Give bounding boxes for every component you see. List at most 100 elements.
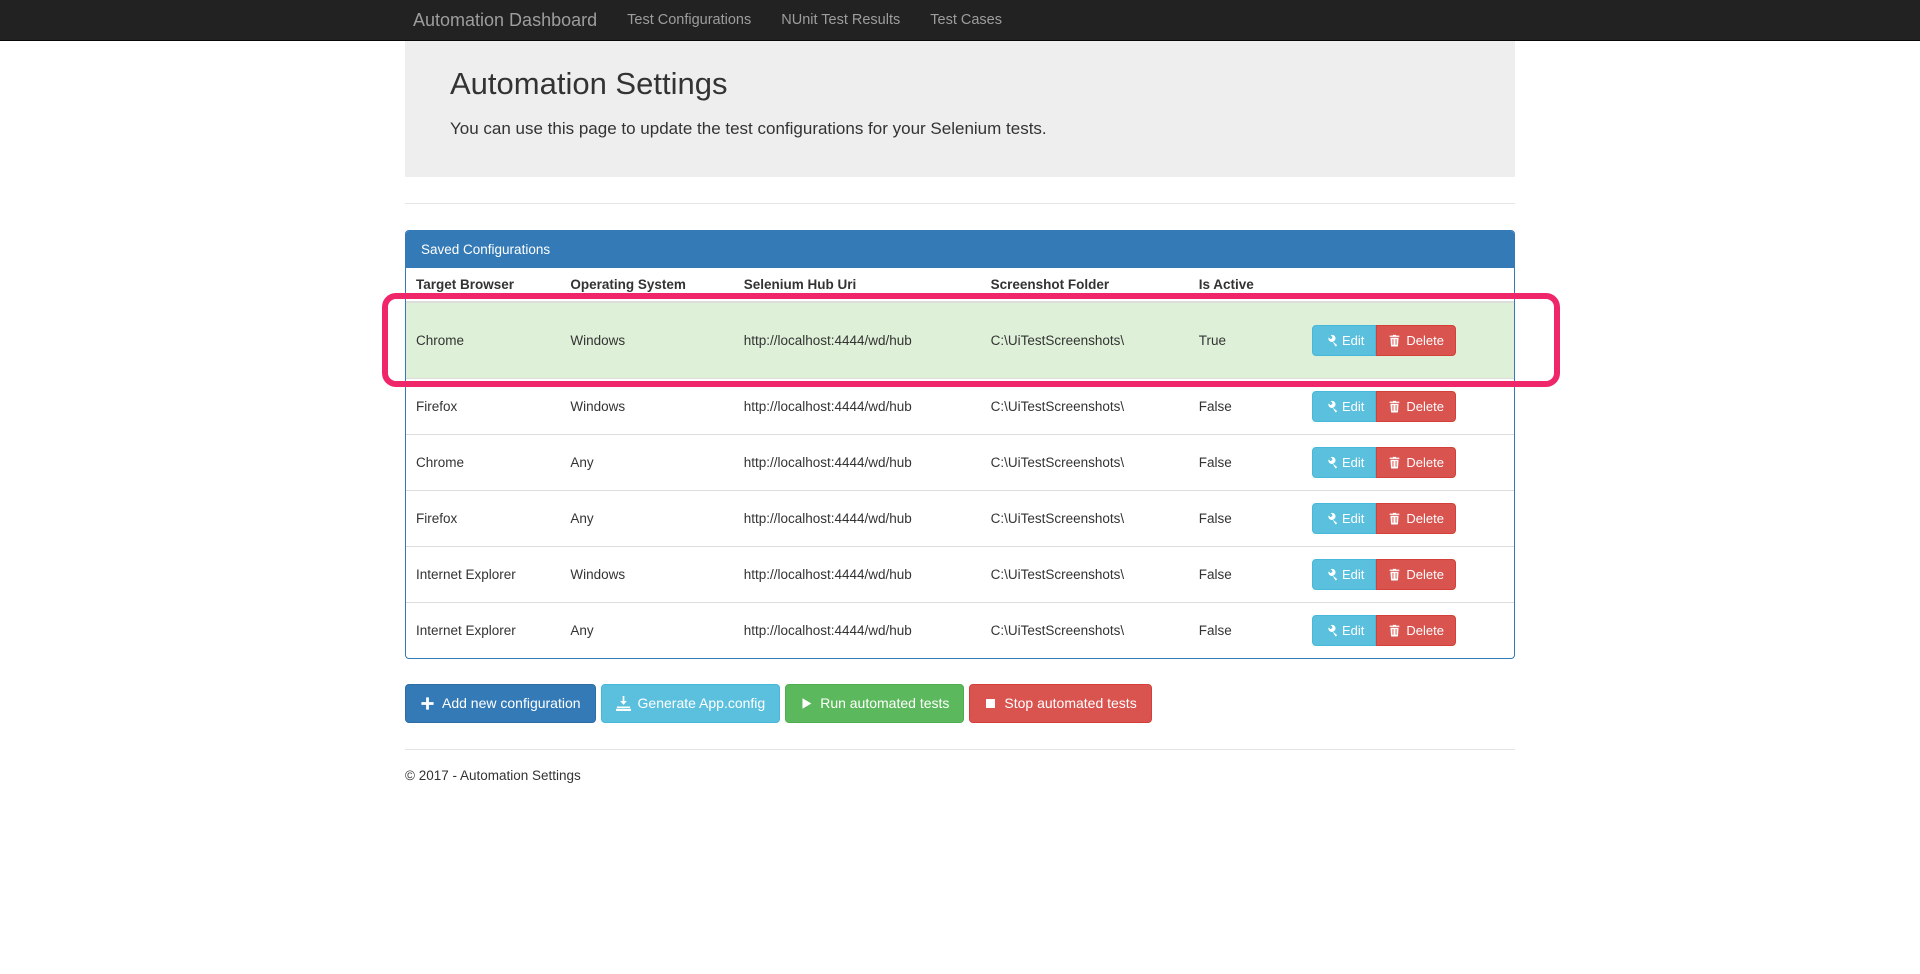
- edit-button[interactable]: Edit: [1312, 390, 1377, 422]
- row-action-button-group: Edit Delete: [1312, 324, 1456, 356]
- edit-button-label: Edit: [1342, 454, 1365, 470]
- edit-button-label: Edit: [1342, 510, 1365, 526]
- trash-icon: [1388, 400, 1401, 413]
- stop-automated-tests-button[interactable]: Stop automated tests: [969, 683, 1152, 723]
- column-header-operating-system: Operating System: [560, 267, 734, 303]
- delete-button-label: Delete: [1406, 622, 1444, 638]
- table-row[interactable]: Firefox Any http://localhost:4444/wd/hub C:…: [406, 489, 1514, 547]
- row-action-button-group: Edit Delete: [1312, 558, 1456, 590]
- cell-target-browser: Chrome: [406, 433, 561, 491]
- cell-target-browser: Firefox: [406, 489, 561, 547]
- edit-button-label: Edit: [1342, 332, 1365, 348]
- stop-icon: [984, 697, 997, 710]
- column-header-is-active: Is Active: [1188, 267, 1303, 303]
- add-new-configuration-button[interactable]: Add new configuration: [405, 683, 596, 723]
- cell-is-active: False: [1188, 433, 1303, 491]
- cell-operating-system: Windows: [560, 377, 734, 435]
- cell-target-browser: Internet Explorer: [406, 545, 561, 603]
- wrench-icon: [1324, 456, 1337, 469]
- section-divider-top: [405, 202, 1515, 204]
- action-button-bar: Add new configuration Generate App.config…: [405, 683, 1515, 723]
- cell-screenshot-folder: C:\UiTestScreenshots\: [980, 433, 1189, 491]
- wrench-icon: [1324, 400, 1337, 413]
- trash-icon: [1388, 568, 1401, 581]
- page-container: Automation Settings You can use this pag…: [382, 41, 1560, 783]
- cell-selenium-hub-uri: http://localhost:4444/wd/hub: [733, 489, 981, 547]
- column-header-target-browser: Target Browser: [406, 267, 561, 303]
- wrench-icon: [1324, 568, 1337, 581]
- cell-operating-system: Any: [560, 601, 734, 658]
- button-label: Run automated tests: [820, 695, 950, 712]
- row-action-button-group: Edit Delete: [1312, 614, 1456, 646]
- delete-button-label: Delete: [1406, 332, 1444, 348]
- navbar-brand[interactable]: Automation Dashboard: [398, 0, 612, 41]
- nav-link-test-configurations[interactable]: Test Configurations: [612, 0, 766, 41]
- cell-actions: Edit Delete: [1302, 489, 1514, 547]
- cell-is-active: False: [1188, 489, 1303, 547]
- cell-operating-system: Windows: [560, 301, 734, 379]
- cell-selenium-hub-uri: http://localhost:4444/wd/hub: [733, 601, 981, 658]
- cell-is-active: False: [1188, 601, 1303, 658]
- delete-button[interactable]: Delete: [1376, 614, 1456, 646]
- button-label: Stop automated tests: [1004, 695, 1137, 712]
- edit-button[interactable]: Edit: [1312, 446, 1377, 478]
- delete-button-label: Delete: [1406, 454, 1444, 470]
- table-head: Target Browser Operating System Selenium…: [406, 267, 1514, 303]
- edit-button[interactable]: Edit: [1312, 324, 1377, 356]
- edit-button-label: Edit: [1342, 566, 1365, 582]
- row-action-button-group: Edit Delete: [1312, 390, 1456, 422]
- cell-selenium-hub-uri: http://localhost:4444/wd/hub: [733, 545, 981, 603]
- delete-button[interactable]: Delete: [1376, 390, 1456, 422]
- cell-is-active: True: [1188, 301, 1303, 379]
- page-title: Automation Settings: [450, 66, 728, 101]
- edit-button[interactable]: Edit: [1312, 502, 1377, 534]
- delete-button[interactable]: Delete: [1376, 324, 1456, 356]
- cell-actions: Edit Delete: [1302, 545, 1514, 603]
- cell-operating-system: Any: [560, 489, 734, 547]
- saved-configurations-panel: Saved Configurations Target Browser Oper…: [405, 229, 1515, 659]
- wrench-icon: [1324, 334, 1337, 347]
- trash-icon: [1388, 334, 1401, 347]
- delete-button[interactable]: Delete: [1376, 558, 1456, 590]
- cell-selenium-hub-uri: http://localhost:4444/wd/hub: [733, 433, 981, 491]
- cell-screenshot-folder: C:\UiTestScreenshots\: [980, 601, 1189, 658]
- cell-screenshot-folder: C:\UiTestScreenshots\: [980, 545, 1189, 603]
- table-row[interactable]: Internet Explorer Windows http://localhost…: [406, 545, 1514, 603]
- delete-button[interactable]: Delete: [1376, 446, 1456, 478]
- generate-app-config-button[interactable]: Generate App.config: [600, 683, 781, 723]
- edit-button-label: Edit: [1342, 398, 1365, 414]
- edit-button[interactable]: Edit: [1312, 558, 1377, 590]
- page-footer: © 2017 - Automation Settings: [405, 748, 1515, 783]
- table-row[interactable]: Chrome Windows http://localhost:4444/wd/hu…: [406, 301, 1514, 379]
- wrench-icon: [1324, 512, 1337, 525]
- column-header-actions: [1302, 267, 1514, 303]
- table-row[interactable]: Firefox Windows http://localhost:4444/wd/h…: [406, 377, 1514, 435]
- copyright-text: © 2017 - Automation Settings: [405, 767, 581, 783]
- column-header-selenium-hub-uri: Selenium Hub Uri: [733, 267, 981, 303]
- cell-screenshot-folder: C:\UiTestScreenshots\: [980, 489, 1189, 547]
- nav-link-test-cases[interactable]: Test Cases: [915, 0, 1017, 41]
- run-automated-tests-button[interactable]: Run automated tests: [785, 683, 965, 723]
- edit-button[interactable]: Edit: [1312, 614, 1377, 646]
- table-row[interactable]: Internet Explorer Any http://localhost:444…: [406, 601, 1514, 658]
- cell-selenium-hub-uri: http://localhost:4444/wd/hub: [733, 377, 981, 435]
- cell-is-active: False: [1188, 377, 1303, 435]
- jumbotron: Automation Settings You can use this pag…: [405, 41, 1515, 177]
- nav-link-nunit-test-results[interactable]: NUnit Test Results: [766, 0, 915, 41]
- cell-actions: Edit Delete: [1302, 433, 1514, 491]
- plus-icon: [420, 696, 435, 711]
- delete-button[interactable]: Delete: [1376, 502, 1456, 534]
- cell-actions: Edit Delete: [1302, 601, 1514, 658]
- table-row[interactable]: Chrome Any http://localhost:4444/wd/hub C:\…: [406, 433, 1514, 491]
- navbar-inner: Automation Dashboard Test Configurations…: [390, 0, 1530, 41]
- cell-target-browser: Firefox: [406, 377, 561, 435]
- cell-is-active: False: [1188, 545, 1303, 603]
- row-action-button-group: Edit Delete: [1312, 502, 1456, 534]
- delete-button-label: Delete: [1406, 510, 1444, 526]
- delete-button-label: Delete: [1406, 566, 1444, 582]
- footer-divider: [405, 748, 1515, 750]
- cell-target-browser: Chrome: [406, 301, 561, 379]
- button-label: Generate App.config: [637, 695, 766, 712]
- cell-screenshot-folder: C:\UiTestScreenshots\: [980, 301, 1189, 379]
- edit-button-label: Edit: [1342, 622, 1365, 638]
